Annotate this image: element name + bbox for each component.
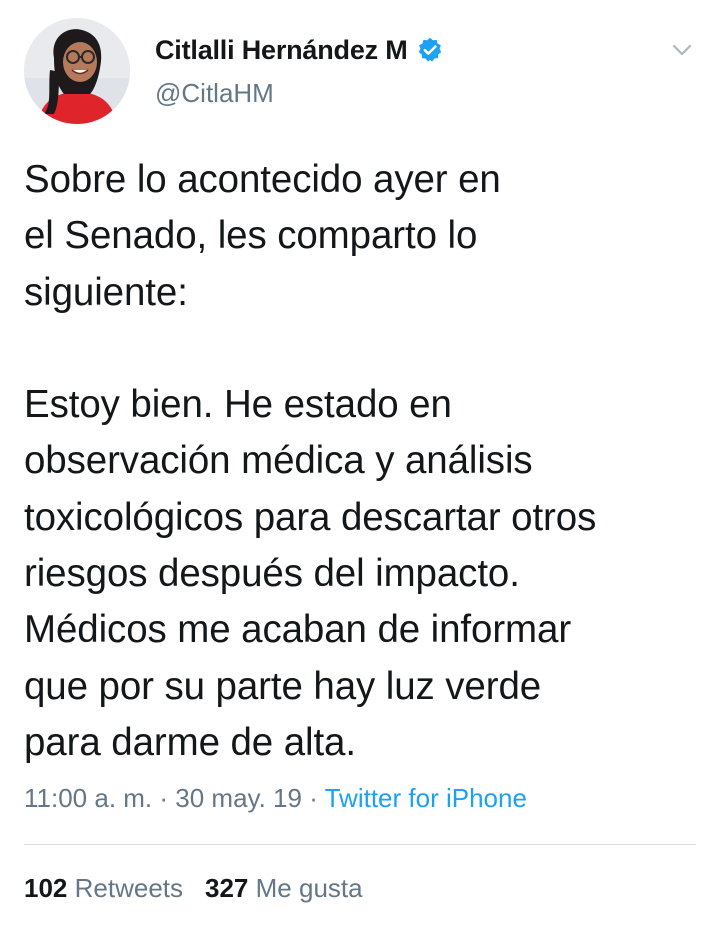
chevron-down-icon[interactable] bbox=[668, 36, 696, 64]
author-handle[interactable]: @CitlaHM bbox=[155, 78, 444, 109]
author-display-name[interactable]: Citlalli Hernández M bbox=[155, 35, 408, 66]
avatar[interactable] bbox=[24, 18, 130, 124]
meta-separator: · bbox=[301, 783, 325, 813]
likes-count: 327 bbox=[205, 873, 249, 903]
meta-separator: · bbox=[152, 783, 176, 813]
tweet-meta: 11:00 a. m. · 30 may. 19 · Twitter for i… bbox=[24, 783, 527, 814]
verified-badge-icon bbox=[416, 36, 444, 64]
retweets-stat[interactable]: 102 Retweets bbox=[24, 873, 183, 903]
divider bbox=[24, 844, 696, 845]
tweet-header: Citlalli Hernández M @CitlaHM bbox=[24, 18, 696, 126]
tweet-source-link[interactable]: Twitter for iPhone bbox=[325, 783, 527, 813]
display-name-row: Citlalli Hernández M bbox=[155, 32, 444, 68]
retweets-count: 102 bbox=[24, 873, 68, 903]
tweet-time[interactable]: 11:00 a. m. bbox=[24, 783, 152, 813]
avatar-image bbox=[24, 18, 130, 124]
tweet-date[interactable]: 30 may. 19 bbox=[175, 783, 302, 813]
tweet-stats: 102 Retweets 327 Me gusta bbox=[24, 873, 363, 904]
likes-stat[interactable]: 327 Me gusta bbox=[205, 873, 363, 903]
likes-label: Me gusta bbox=[255, 873, 363, 903]
author-names[interactable]: Citlalli Hernández M @CitlaHM bbox=[155, 32, 444, 109]
tweet-text: Sobre lo acontecido ayer en el Senado, l… bbox=[24, 158, 597, 764]
retweets-label: Retweets bbox=[74, 873, 184, 903]
